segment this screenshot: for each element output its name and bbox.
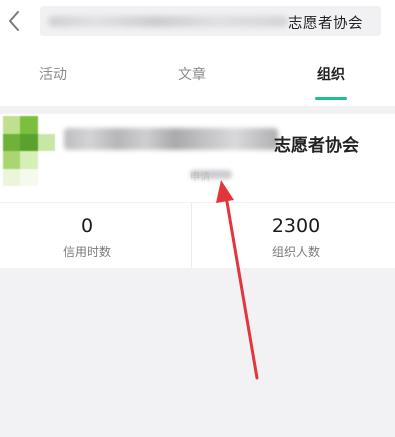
tab-articles[interactable]: 文章 bbox=[153, 42, 231, 106]
credit-hours-label: 信用时数 bbox=[62, 245, 111, 259]
organization-subtitle: 申请 bbox=[190, 168, 232, 183]
credit-hours-value: 0 bbox=[80, 215, 94, 237]
member-count-value: 2300 bbox=[271, 215, 321, 237]
search-field[interactable]: 志愿者协会 bbox=[40, 6, 381, 36]
organization-name: 志愿者协会 bbox=[274, 136, 359, 156]
redacted-text bbox=[48, 16, 288, 27]
chevron-left-icon bbox=[9, 11, 19, 31]
organization-logo bbox=[3, 116, 55, 186]
tab-activities[interactable]: 活动 bbox=[14, 42, 92, 106]
member-count-label: 组织人数 bbox=[271, 245, 320, 259]
active-tab-indicator bbox=[315, 97, 347, 100]
stats-divider bbox=[191, 203, 192, 268]
search-field-text: 志愿者协会 bbox=[288, 16, 363, 32]
back-button[interactable] bbox=[0, 4, 28, 38]
redacted-text bbox=[64, 128, 278, 150]
organization-subtitle-text: 申请 bbox=[190, 172, 210, 183]
top-bar: 志愿者协会 bbox=[0, 0, 395, 42]
